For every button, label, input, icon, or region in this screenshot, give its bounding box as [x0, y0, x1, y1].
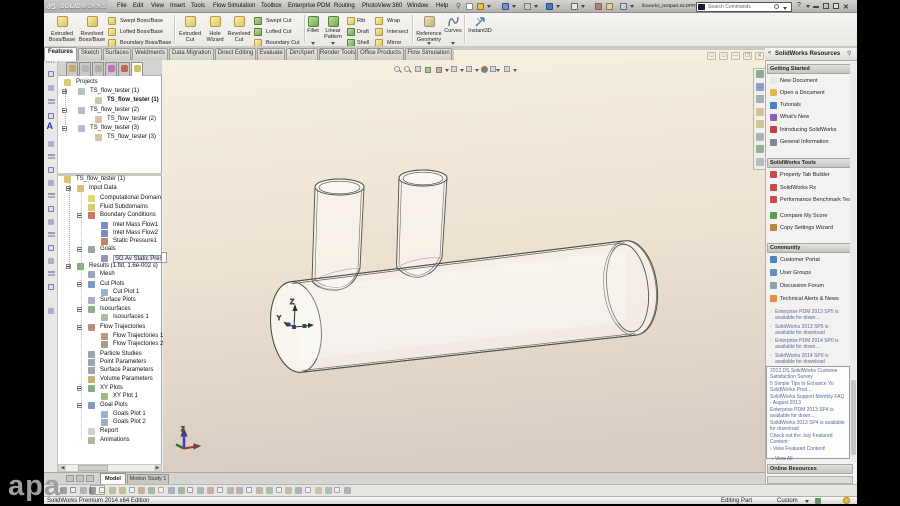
svg-text:Y: Y [277, 316, 281, 322]
svg-text:Z: Z [290, 299, 295, 306]
svg-text:Z: Z [181, 427, 185, 433]
